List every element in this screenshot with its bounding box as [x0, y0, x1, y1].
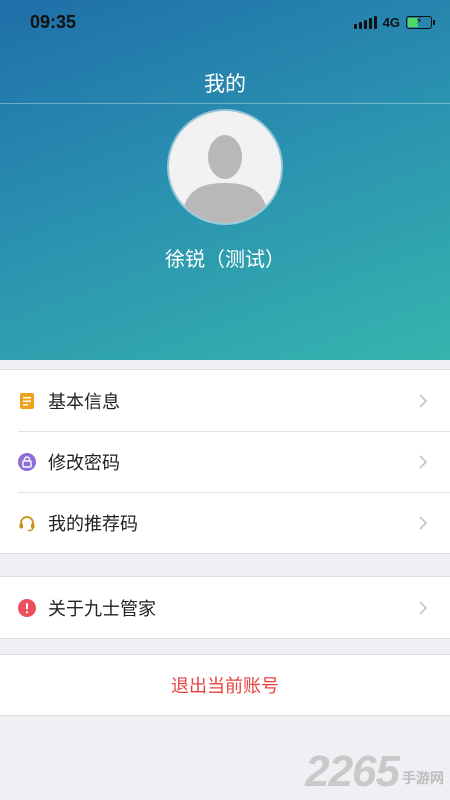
- menu-item-change-password[interactable]: 修改密码: [0, 431, 450, 492]
- chevron-right-icon: [419, 600, 428, 615]
- menu-item-about[interactable]: 关于九士管家: [0, 577, 450, 638]
- menu-group-account: 基本信息 修改密码 我的推荐码: [0, 369, 450, 554]
- menu-item-label: 修改密码: [48, 452, 120, 474]
- chevron-right-icon: [419, 515, 428, 530]
- info-icon: [18, 598, 36, 617]
- network-label: 4G: [382, 14, 400, 30]
- status-time: 09:35: [30, 11, 77, 32]
- menu-item-label: 我的推荐码: [48, 513, 138, 535]
- chevron-right-icon: [419, 393, 428, 408]
- watermark-number: 2265: [305, 747, 400, 796]
- menu-item-referral-code[interactable]: 我的推荐码: [0, 492, 450, 553]
- menu-item-label: 基本信息: [48, 391, 120, 413]
- default-avatar-icon: [169, 111, 281, 223]
- logout-label: 退出当前账号: [171, 676, 279, 697]
- menu-group-about: 关于九士管家: [0, 576, 450, 639]
- profile-header: 09:35 4G ⚡ 我的 徐锐（测试）: [0, 0, 450, 360]
- menu-item-basic-info[interactable]: 基本信息: [0, 370, 450, 431]
- logout-button[interactable]: 退出当前账号: [0, 654, 450, 716]
- lock-icon: [18, 452, 36, 471]
- page-title: 我的: [204, 72, 246, 96]
- battery-icon: ⚡: [406, 15, 435, 29]
- menu-item-label: 关于九士管家: [48, 598, 156, 620]
- signal-icon: [353, 15, 377, 29]
- status-bar: 09:35 4G ⚡: [0, 0, 450, 44]
- status-indicators: 4G ⚡: [353, 14, 435, 30]
- chevron-right-icon: [419, 454, 428, 469]
- user-name: 徐锐（测试）: [165, 247, 285, 271]
- title-divider: [0, 103, 450, 104]
- watermark: 2265 手游网: [305, 750, 444, 794]
- document-icon: [18, 392, 36, 410]
- watermark-text: 手游网: [402, 770, 444, 786]
- avatar[interactable]: [169, 111, 281, 223]
- headset-icon: [18, 514, 36, 532]
